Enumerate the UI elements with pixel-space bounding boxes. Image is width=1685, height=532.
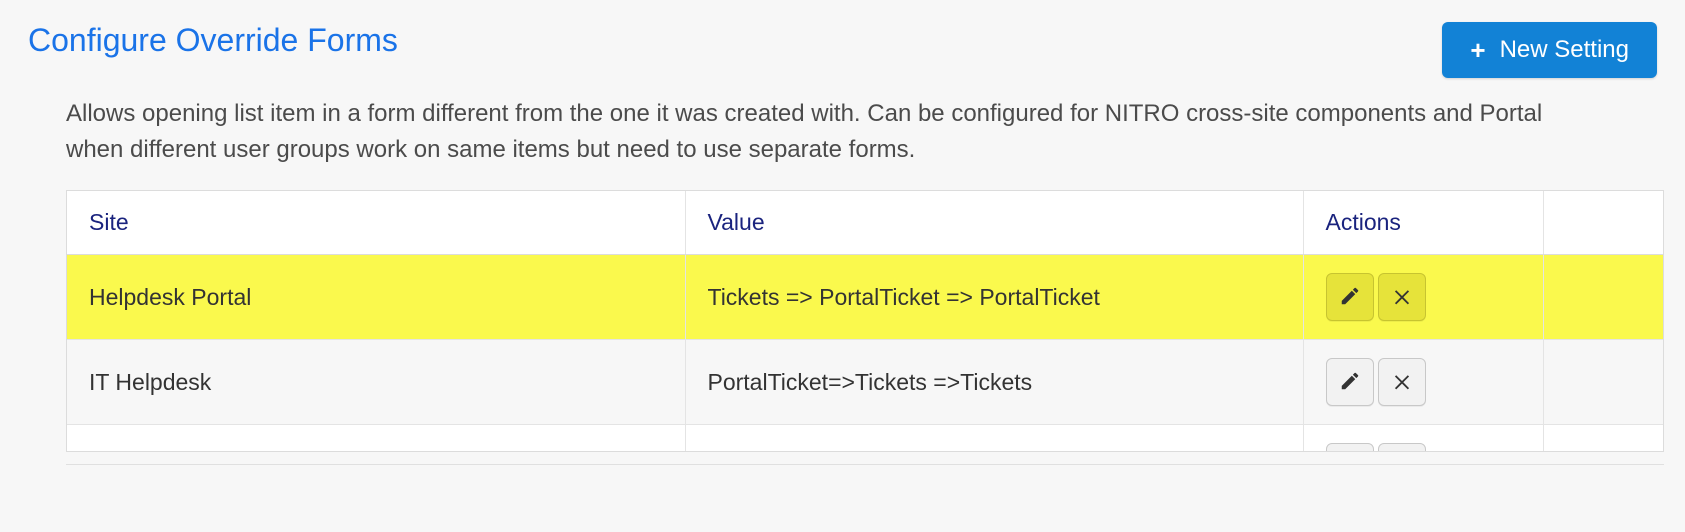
column-header-gutter (1543, 191, 1663, 255)
edit-button[interactable] (1326, 443, 1374, 451)
cell-actions (1303, 255, 1543, 340)
edit-button[interactable] (1326, 273, 1374, 321)
delete-button[interactable] (1378, 273, 1426, 321)
edit-button[interactable] (1326, 358, 1374, 406)
pencil-icon (1339, 285, 1361, 310)
pencil-icon (1339, 370, 1361, 395)
cell-site: Helpdesk Portal (67, 255, 685, 340)
cell-gutter (1543, 425, 1663, 452)
cell-site: IT Helpdesk (67, 340, 685, 425)
cell-gutter (1543, 255, 1663, 340)
table-row: Employee PortalTickets => PortalTicket =… (67, 425, 1663, 452)
new-setting-button[interactable]: + New Setting (1442, 22, 1657, 78)
table-row: Helpdesk PortalTickets => PortalTicket =… (67, 255, 1663, 340)
column-header-value[interactable]: Value (685, 191, 1303, 255)
page-title: Configure Override Forms (28, 22, 398, 59)
column-header-site[interactable]: Site (67, 191, 685, 255)
close-icon (1391, 370, 1413, 395)
close-icon (1391, 285, 1413, 310)
cell-site: Employee Portal (67, 425, 685, 452)
table-scroll-area[interactable]: Site Value Actions Helpdesk PortalTicket… (67, 191, 1663, 451)
cell-value: PortalTicket=>Tickets =>Tickets (685, 340, 1303, 425)
new-setting-label: New Setting (1500, 36, 1629, 64)
cell-gutter (1543, 340, 1663, 425)
cell-actions (1303, 340, 1543, 425)
table-row: IT HelpdeskPortalTicket=>Tickets =>Ticke… (67, 340, 1663, 425)
section-divider (66, 464, 1664, 465)
delete-button[interactable] (1378, 358, 1426, 406)
delete-button[interactable] (1378, 443, 1426, 451)
cell-value: Tickets => PortalTicket => PortalTicket (685, 255, 1303, 340)
plus-icon: + (1470, 37, 1485, 63)
description-text: Allows opening list item in a form diffe… (66, 96, 1586, 168)
column-header-actions: Actions (1303, 191, 1543, 255)
override-forms-table: Site Value Actions Helpdesk PortalTicket… (66, 190, 1664, 452)
cell-actions (1303, 425, 1543, 452)
cell-value: Tickets => PortalTicket => PortalTicket (685, 425, 1303, 452)
